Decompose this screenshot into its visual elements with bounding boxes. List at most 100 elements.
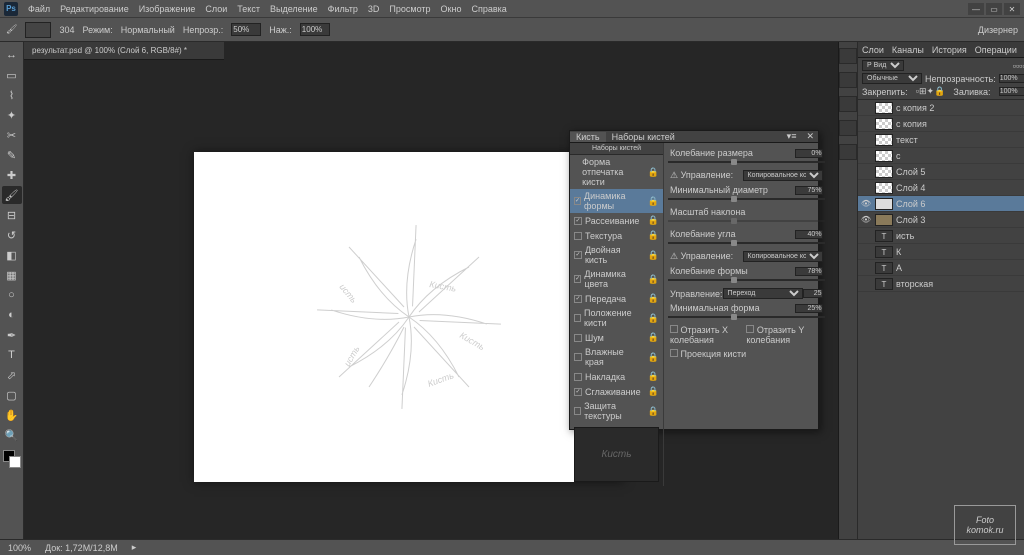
canvas[interactable]: Кисть Кисть Кисть исть исть bbox=[194, 152, 624, 482]
layer-row[interactable]: с bbox=[858, 148, 1024, 164]
blend-mode[interactable]: Обычные bbox=[862, 73, 922, 84]
menu-item[interactable]: Просмотр bbox=[389, 4, 430, 14]
gradient-tool[interactable]: ▦ bbox=[2, 266, 22, 284]
brush-setting-item[interactable]: Шум🔒 bbox=[570, 330, 663, 345]
presets-button[interactable]: Наборы кистей bbox=[570, 143, 663, 155]
menu-item[interactable]: Изображение bbox=[139, 4, 196, 14]
tab-channels[interactable]: Каналы bbox=[888, 45, 928, 55]
path-tool[interactable]: ⬀ bbox=[2, 366, 22, 384]
panel-icon[interactable] bbox=[839, 72, 857, 88]
color-swatches[interactable] bbox=[3, 450, 21, 468]
min-diameter-input[interactable] bbox=[795, 186, 823, 195]
min-round-slider[interactable] bbox=[668, 316, 825, 318]
brush-setting-item[interactable]: ✓Сглаживание🔒 bbox=[570, 384, 663, 399]
tab-actions[interactable]: Операции bbox=[971, 45, 1021, 55]
zoom-level[interactable]: 100% bbox=[8, 543, 31, 553]
layer-opacity[interactable] bbox=[999, 74, 1024, 83]
brush-setting-item[interactable]: ✓Двойная кисть🔒 bbox=[570, 243, 663, 267]
chevron-right-icon[interactable]: ▸ bbox=[132, 542, 137, 553]
menu-item[interactable]: 3D bbox=[368, 4, 380, 14]
history-brush-tool[interactable]: ↺ bbox=[2, 226, 22, 244]
menu-item[interactable]: Файл bbox=[28, 4, 50, 14]
layer-row[interactable]: 👁Слой 6 bbox=[858, 196, 1024, 212]
layer-row[interactable]: TК bbox=[858, 244, 1024, 260]
tab-brush-presets[interactable]: Наборы кистей bbox=[606, 132, 681, 142]
mode-value[interactable]: Нормальный bbox=[121, 25, 175, 35]
panel-icon[interactable] bbox=[839, 96, 857, 112]
layer-row[interactable]: TА bbox=[858, 260, 1024, 276]
angle-jitter-slider[interactable] bbox=[668, 242, 825, 244]
document-tab[interactable]: результат.psd @ 100% (Слой 6, RGB/8#) * bbox=[24, 42, 224, 60]
shape-tool[interactable]: ▢ bbox=[2, 386, 22, 404]
panel-icon[interactable] bbox=[839, 120, 857, 136]
brush-setting-item[interactable]: Защита текстуры🔒 bbox=[570, 399, 663, 423]
visibility-icon[interactable]: 👁 bbox=[860, 199, 872, 208]
size-jitter-slider[interactable] bbox=[668, 161, 825, 163]
layer-fill[interactable] bbox=[999, 87, 1024, 96]
projection-checkbox[interactable]: Проекция кисти bbox=[670, 349, 746, 359]
brush-setting-item[interactable]: Положение кисти🔒 bbox=[570, 306, 663, 330]
brush-preset-picker[interactable] bbox=[25, 22, 51, 38]
layer-row[interactable]: Слой 5 bbox=[858, 164, 1024, 180]
panel-close-icon[interactable]: ✕ bbox=[800, 131, 818, 142]
angle-jitter-input[interactable] bbox=[795, 230, 823, 239]
brush-tool[interactable]: 🖌 bbox=[2, 186, 22, 204]
layer-row[interactable]: Tвторская bbox=[858, 276, 1024, 292]
tab-brush[interactable]: Кисть bbox=[570, 132, 606, 142]
zoom-tool[interactable]: 🔍 bbox=[2, 426, 22, 444]
layer-row[interactable]: Tисть bbox=[858, 228, 1024, 244]
round-control-steps[interactable] bbox=[803, 289, 823, 298]
lasso-tool[interactable]: ⌇ bbox=[2, 86, 22, 104]
brush-setting-item[interactable]: ✓Динамика формы🔒 bbox=[570, 189, 663, 213]
hand-tool[interactable]: ✋ bbox=[2, 406, 22, 424]
maximize-button[interactable]: ▭ bbox=[986, 3, 1002, 15]
stamp-tool[interactable]: ⊟ bbox=[2, 206, 22, 224]
marquee-tool[interactable]: ▭ bbox=[2, 66, 22, 84]
brush-setting-item[interactable]: ✓Передача🔒 bbox=[570, 291, 663, 306]
brush-setting-item[interactable]: ✓Динамика цвета🔒 bbox=[570, 267, 663, 291]
visibility-icon[interactable]: 👁 bbox=[860, 215, 872, 224]
brush-setting-item[interactable]: ✓Рассеивание🔒 bbox=[570, 213, 663, 228]
round-jitter-slider[interactable] bbox=[668, 279, 825, 281]
brush-setting-item[interactable]: Влажные края🔒 bbox=[570, 345, 663, 369]
workspace-switcher[interactable]: Дизернер bbox=[978, 25, 1018, 35]
layer-row[interactable]: текст bbox=[858, 132, 1024, 148]
round-control-select[interactable]: Переход bbox=[723, 288, 803, 299]
layer-row[interactable]: 👁Слой 3 bbox=[858, 212, 1024, 228]
crop-tool[interactable]: ✂ bbox=[2, 126, 22, 144]
flipy-checkbox[interactable]: Отразить Y колебания bbox=[746, 325, 822, 345]
heal-tool[interactable]: ✚ bbox=[2, 166, 22, 184]
move-tool[interactable]: ↔ bbox=[2, 46, 22, 64]
min-diameter-slider[interactable] bbox=[668, 198, 825, 200]
panel-menu-icon[interactable]: ▾≡ bbox=[781, 131, 801, 142]
angle-control-select[interactable]: Копировальное колесико bbox=[743, 251, 823, 262]
lock-icons[interactable]: ▫⊞✦🔒 bbox=[916, 86, 945, 97]
brush-icon[interactable]: 🖌 bbox=[6, 24, 17, 35]
eraser-tool[interactable]: ◧ bbox=[2, 246, 22, 264]
menu-item[interactable]: Слои bbox=[205, 4, 227, 14]
round-jitter-input[interactable] bbox=[795, 267, 823, 276]
menu-item[interactable]: Выделение bbox=[270, 4, 318, 14]
opacity-input[interactable] bbox=[231, 23, 261, 36]
flow-input[interactable] bbox=[300, 23, 330, 36]
control-select[interactable]: Копировальное колесико bbox=[743, 170, 823, 181]
size-jitter-input[interactable] bbox=[795, 149, 823, 158]
brush-setting-item[interactable]: Форма отпечатка кисти🔒 bbox=[570, 155, 663, 189]
panel-icon[interactable] bbox=[839, 144, 857, 160]
layer-row[interactable]: Слой 4 bbox=[858, 180, 1024, 196]
close-button[interactable]: ✕ bbox=[1004, 3, 1020, 15]
brush-setting-item[interactable]: Накладка🔒 bbox=[570, 369, 663, 384]
menu-item[interactable]: Окно bbox=[441, 4, 462, 14]
layer-row[interactable]: с копия 2 bbox=[858, 100, 1024, 116]
wand-tool[interactable]: ✦ bbox=[2, 106, 22, 124]
layer-filter[interactable]: Р Вид bbox=[862, 60, 904, 71]
min-round-input[interactable] bbox=[795, 304, 823, 313]
layer-row[interactable]: с копия bbox=[858, 116, 1024, 132]
pen-tool[interactable]: ✒ bbox=[2, 326, 22, 344]
panel-icon[interactable] bbox=[839, 48, 857, 64]
tab-layers[interactable]: Слои bbox=[858, 45, 888, 55]
tab-history[interactable]: История bbox=[928, 45, 971, 55]
menu-item[interactable]: Справка bbox=[471, 4, 506, 14]
menu-item[interactable]: Редактирование bbox=[60, 4, 129, 14]
brush-setting-item[interactable]: Текстура🔒 bbox=[570, 228, 663, 243]
